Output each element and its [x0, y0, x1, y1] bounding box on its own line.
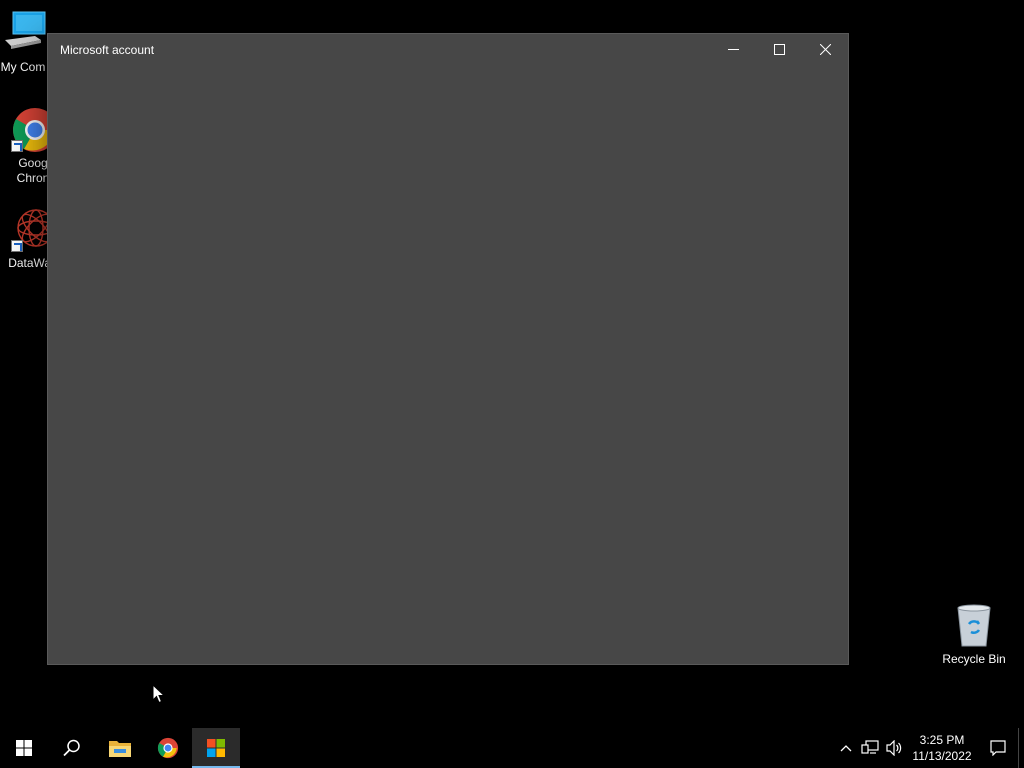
desktop-icon-label: Recycle Bin	[942, 652, 1006, 666]
action-center-icon	[990, 740, 1006, 756]
maximize-button[interactable]	[756, 34, 802, 65]
window-controls	[710, 34, 848, 65]
desktop-icon-recycle-bin[interactable]: Recycle Bin	[937, 602, 1011, 667]
computer-icon	[0, 10, 47, 58]
recycle-bin-icon	[950, 602, 998, 650]
shortcut-arrow-icon	[11, 140, 23, 152]
chrome-icon	[157, 737, 179, 759]
volume-icon	[886, 740, 902, 756]
microsoft-store-taskbar-button[interactable]	[192, 728, 240, 768]
network-icon	[861, 740, 879, 754]
mouse-cursor-icon	[152, 684, 166, 704]
search-icon	[63, 739, 80, 757]
minimize-button[interactable]	[710, 34, 756, 65]
microsoft-account-window[interactable]: Microsoft account	[47, 33, 849, 665]
file-explorer-icon	[109, 741, 131, 757]
close-icon	[819, 44, 831, 55]
window-titlebar[interactable]: Microsoft account	[48, 34, 848, 65]
file-explorer-button[interactable]	[96, 728, 144, 768]
search-button[interactable]	[48, 728, 96, 768]
volume-button[interactable]	[882, 728, 906, 768]
system-tray: 3:25 PM 11/13/2022	[834, 728, 1024, 768]
show-hidden-icons-button[interactable]	[834, 728, 858, 768]
close-button[interactable]	[802, 34, 848, 65]
action-center-button[interactable]	[978, 728, 1018, 768]
window-title: Microsoft account	[60, 42, 155, 57]
clock-time: 3:25 PM	[919, 733, 965, 747]
show-desktop-button[interactable]	[1018, 728, 1024, 768]
windows-start-icon	[16, 740, 32, 756]
minimize-icon	[727, 49, 739, 50]
start-button[interactable]	[0, 728, 48, 768]
chrome-taskbar-button[interactable]	[144, 728, 192, 768]
taskbar: 3:25 PM 11/13/2022	[0, 728, 1024, 768]
shortcut-arrow-icon	[11, 240, 23, 252]
taskbar-clock[interactable]: 3:25 PM 11/13/2022	[906, 732, 978, 764]
clock-date: 11/13/2022	[912, 749, 972, 763]
maximize-icon	[773, 44, 785, 55]
network-button[interactable]	[858, 728, 882, 768]
window-content-area	[48, 65, 848, 664]
microsoft-store-icon	[207, 739, 225, 757]
chevron-up-icon	[840, 745, 852, 752]
